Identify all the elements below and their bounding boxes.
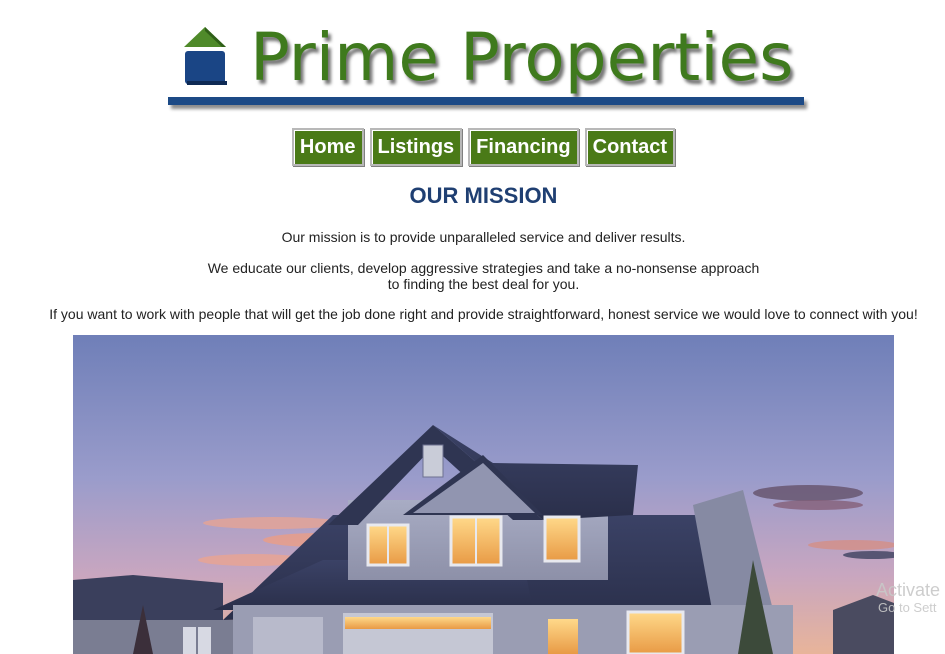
site-header: Prime Properties bbox=[168, 18, 808, 118]
nav-listings-button[interactable]: Listings bbox=[369, 128, 463, 166]
nav-home-button[interactable]: Home bbox=[291, 128, 364, 166]
mission-paragraph-1: Our mission is to provide unparalleled s… bbox=[281, 229, 686, 245]
mission-paragraph-2: We educate our clients, develop aggressi… bbox=[22, 260, 945, 292]
nav-financing-button[interactable]: Financing bbox=[468, 128, 579, 166]
mission-heading: OUR MISSION bbox=[409, 183, 558, 208]
nav-contact-button[interactable]: Contact bbox=[584, 128, 676, 166]
site-title: Prime Properties bbox=[250, 19, 794, 96]
watermark-line-2: Go to Sett bbox=[878, 600, 937, 615]
house-photo-icon bbox=[73, 335, 894, 654]
activate-windows-watermark: Activate Go to Sett bbox=[876, 580, 940, 616]
mission-paragraph-2-line-1: We educate our clients, develop aggressi… bbox=[207, 260, 760, 276]
watermark-line-1: Activate bbox=[876, 580, 941, 600]
header-underline-bar bbox=[168, 97, 804, 105]
main-nav: Home Listings Financing Contact bbox=[0, 128, 945, 166]
house-logo-icon bbox=[184, 27, 227, 85]
mission-paragraph-3: If you want to work with people that wil… bbox=[49, 306, 918, 322]
mission-paragraph-2-line-2: to finding the best deal for you. bbox=[387, 276, 580, 292]
hero-house-image bbox=[73, 335, 894, 654]
